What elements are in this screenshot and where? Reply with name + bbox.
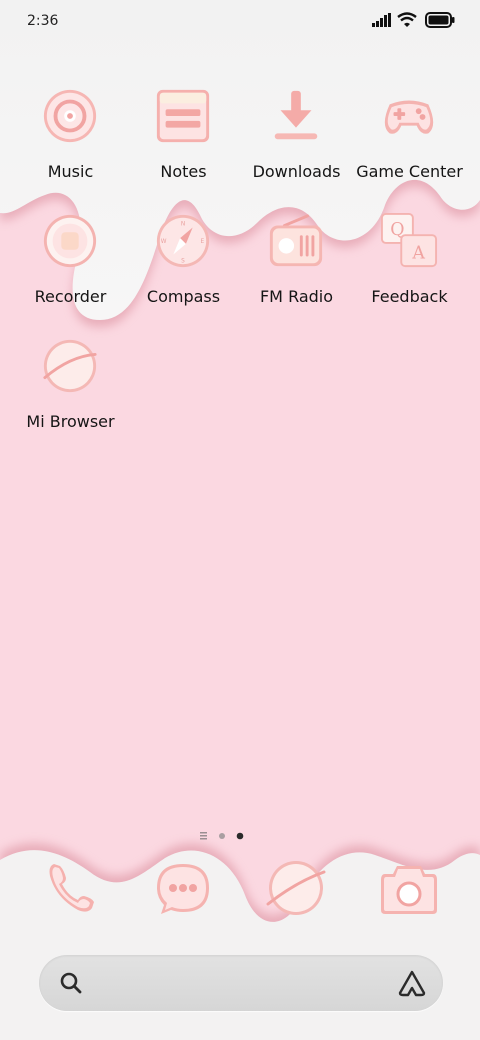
app-music[interactable]: Music [14,87,127,197]
app-notes[interactable]: Notes [127,87,240,197]
cellular-signal-icon [372,13,391,27]
svg-text:A: A [411,243,425,263]
app-feedback[interactable]: Q A Feedback [353,212,466,322]
camera-icon[interactable] [379,858,439,918]
app-label: Mi Browser [26,412,115,431]
assistant-icon[interactable] [397,969,427,997]
svg-text:N: N [181,222,185,228]
svg-text:S: S [181,258,185,264]
svg-text:E: E [200,239,204,245]
app-downloads[interactable]: Downloads [240,87,353,197]
app-game-center[interactable]: Game Center [353,87,466,197]
app-label: Feedback [371,287,448,306]
search-bar[interactable] [39,955,443,1011]
page-indicator[interactable] [198,829,246,843]
battery-icon [425,12,455,28]
wifi-icon [397,12,417,27]
home-screen: 2:36 Music Notes Downloads Game Center R… [0,0,480,1040]
message-bubble-icon[interactable] [153,858,213,918]
qa-feedback-icon: Q A [380,212,438,268]
page-dot-1[interactable] [219,833,225,839]
page-dot-2-active[interactable] [236,832,244,840]
gamepad-icon [384,100,434,134]
planet-icon [43,339,97,393]
compass-icon: N E W S [156,214,210,268]
phone-icon[interactable] [40,858,100,918]
notes-icon [156,89,210,143]
recorder-icon [43,214,97,268]
app-recorder[interactable]: Recorder [14,212,127,322]
music-disc-icon [43,89,97,143]
download-icon [274,90,318,140]
planet-icon[interactable] [266,858,326,918]
app-label: Game Center [356,162,463,181]
app-compass[interactable]: N E W S Compass [127,212,240,322]
app-mi-browser[interactable]: Mi Browser [14,337,127,447]
status-time: 2:36 [27,13,59,29]
app-fm-radio[interactable]: FM Radio [240,212,353,322]
home-list-indicator [200,832,207,834]
status-bar: 2:36 [0,0,480,44]
radio-icon [269,214,323,267]
search-icon [60,972,82,994]
svg-text:W: W [161,239,167,245]
